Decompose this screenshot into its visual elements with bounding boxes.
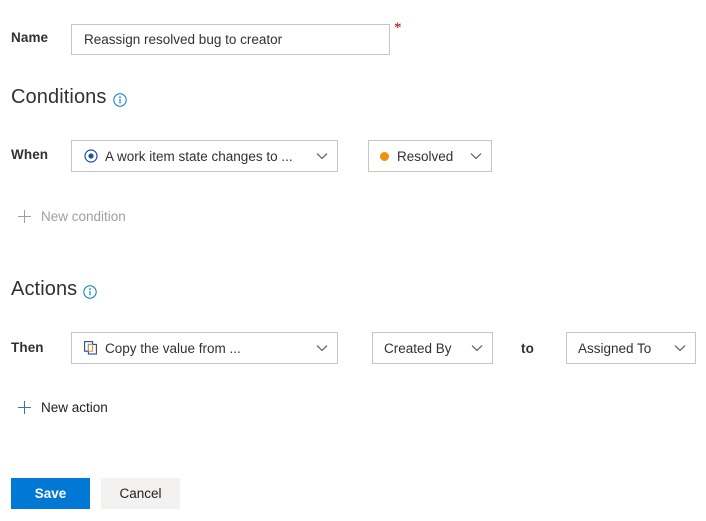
- new-action-button[interactable]: New action: [18, 400, 108, 415]
- action-source-field-value: Created By: [384, 340, 452, 356]
- actions-heading: Actions: [11, 278, 97, 301]
- save-button[interactable]: Save: [11, 478, 90, 509]
- chevron-down-icon: [315, 149, 329, 163]
- conditions-heading-text: Conditions: [11, 86, 107, 108]
- chevron-down-icon: [673, 341, 687, 355]
- new-condition-button[interactable]: New condition: [18, 209, 126, 224]
- to-label: to: [521, 341, 534, 356]
- condition-event-dropdown[interactable]: A work item state changes to ...: [71, 140, 338, 172]
- new-condition-label: New condition: [41, 209, 126, 224]
- name-field-row: Name *: [0, 8, 706, 55]
- info-icon[interactable]: [112, 92, 127, 107]
- action-type-value: Copy the value from ...: [105, 340, 241, 356]
- action-target-field-dropdown[interactable]: Assigned To: [566, 332, 696, 364]
- condition-state-value: Resolved: [397, 148, 454, 164]
- new-action-label: New action: [41, 400, 108, 415]
- action-target-field-value: Assigned To: [578, 340, 652, 356]
- chevron-down-icon: [469, 149, 483, 163]
- chevron-down-icon: [315, 341, 329, 355]
- plus-icon: [18, 210, 31, 223]
- name-input[interactable]: [71, 24, 390, 55]
- info-icon[interactable]: [83, 284, 97, 299]
- conditions-heading: Conditions: [11, 86, 127, 109]
- rule-editor-form: Name * Conditions When A work item state…: [0, 0, 706, 521]
- state-change-icon: [83, 149, 98, 164]
- status-dot-icon: [380, 151, 389, 161]
- name-label: Name: [11, 30, 49, 45]
- then-label: Then: [11, 340, 44, 355]
- actions-heading-text: Actions: [11, 278, 78, 300]
- condition-state-dropdown[interactable]: Resolved: [368, 140, 492, 172]
- when-label: When: [11, 147, 49, 162]
- plus-icon: [18, 401, 31, 414]
- condition-event-value: A work item state changes to ...: [105, 148, 293, 164]
- chevron-down-icon: [470, 341, 484, 355]
- copy-icon: [83, 341, 98, 356]
- cancel-button[interactable]: Cancel: [101, 478, 180, 509]
- required-asterisk: *: [394, 20, 402, 36]
- action-source-field-dropdown[interactable]: Created By: [372, 332, 493, 364]
- action-type-dropdown[interactable]: Copy the value from ...: [71, 332, 338, 364]
